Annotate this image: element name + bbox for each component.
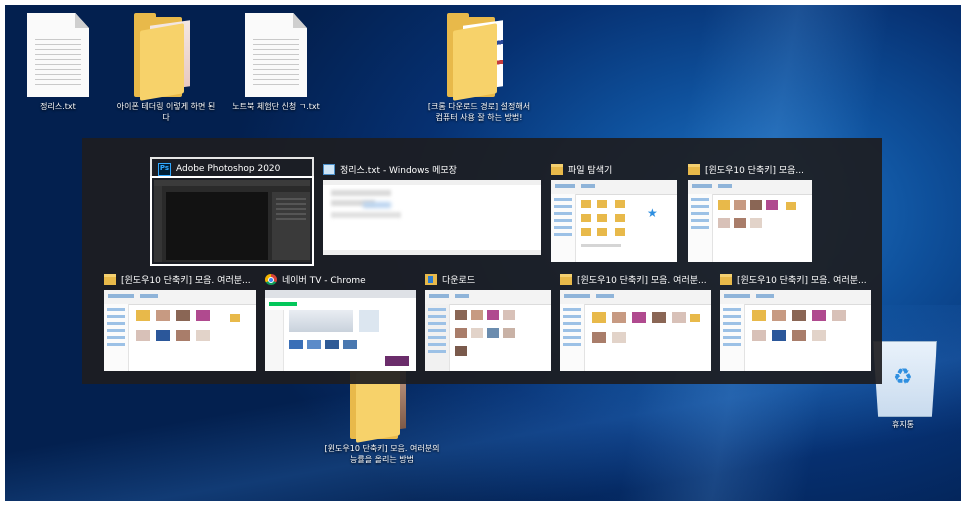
folder-icon	[688, 163, 700, 175]
window-title: [윈도우10 단축키] 모음. 여러분...	[577, 275, 707, 286]
folder-icon	[134, 13, 198, 101]
desktop: 정리스.txt 아이폰 테더링 이렇게 하면 된다 노트북 체험단 신청 ㄱ.t…	[5, 5, 961, 501]
window-thumbnail	[265, 290, 416, 371]
window-thumbnail	[323, 180, 541, 255]
desktop-icon-jeongriseu-txt[interactable]: 정리스.txt	[15, 13, 101, 112]
window-title: [윈도우10 단축키] 모음. 여러분...	[737, 275, 867, 286]
task-switcher-panel: Ps Adobe Photoshop 2020 정리스.txt - Window…	[82, 138, 882, 384]
switcher-window-downloads[interactable]: 다운로드	[425, 270, 551, 372]
text-file-icon	[245, 13, 307, 97]
window-thumbnail	[150, 176, 314, 266]
window-title: [윈도우10 단축키] 모음...	[705, 165, 805, 176]
folder-icon	[447, 13, 511, 101]
window-title: 정리스.txt - Windows 메모장	[340, 165, 457, 176]
desktop-icon-label: [크롬 다운로드 경로] 설정해서 컴퓨터 사용 잘 하는 방법!	[427, 102, 531, 122]
photoshop-icon: Ps	[158, 162, 171, 176]
text-file-icon	[27, 13, 89, 97]
folder-icon	[551, 163, 563, 175]
window-thumbnail	[720, 290, 871, 371]
desktop-icon-notebook-txt[interactable]: 노트북 체험단 신청 ㄱ.txt	[221, 13, 331, 112]
switcher-window-win10-folder-4[interactable]: [윈도우10 단축키] 모음. 여러분...	[720, 270, 871, 372]
window-thumbnail	[104, 290, 256, 371]
window-title: [윈도우10 단축키] 모음. 여러분...	[121, 275, 251, 286]
folder-icon	[560, 273, 572, 285]
desktop-icon-label: 정리스.txt	[40, 102, 76, 111]
chrome-icon	[265, 273, 277, 285]
desktop-icon-label: [윈도우10 단축키] 모음. 여러분의 능률을 올리는 방법	[324, 444, 440, 464]
window-thumbnail	[688, 180, 812, 262]
desktop-icon-iphone-tethering-folder[interactable]: 아이폰 테더링 이렇게 하면 된다	[111, 13, 221, 123]
notepad-icon	[323, 163, 335, 175]
desktop-icon-label: 휴지통	[891, 420, 915, 429]
window-thumbnail	[425, 290, 551, 371]
switcher-window-photoshop[interactable]: Ps Adobe Photoshop 2020	[150, 157, 314, 266]
window-thumbnail: ★	[551, 180, 677, 262]
download-folder-icon	[425, 273, 437, 285]
window-title: 다운로드	[442, 275, 476, 286]
desktop-icon-label: 아이폰 테더링 이렇게 하면 된다	[116, 102, 216, 122]
switcher-window-win10-folder-2[interactable]: [윈도우10 단축키] 모음. 여러분...	[104, 270, 256, 372]
switcher-window-chrome[interactable]: 네이버 TV - Chrome	[265, 270, 416, 372]
switcher-window-win10-folder-1[interactable]: [윈도우10 단축키] 모음...	[688, 160, 812, 262]
window-title: 네이버 TV - Chrome	[282, 275, 366, 286]
desktop-icon-label: 노트북 체험단 신청 ㄱ.txt	[232, 102, 320, 111]
window-thumbnail	[560, 290, 711, 371]
switcher-window-win10-folder-3[interactable]: [윈도우10 단축키] 모음. 여러분...	[560, 270, 711, 372]
window-title: 파일 탐색기	[568, 165, 613, 176]
switcher-window-file-explorer[interactable]: 파일 탐색기 ★	[551, 160, 677, 262]
folder-icon	[720, 273, 732, 285]
window-title: Adobe Photoshop 2020	[176, 164, 281, 174]
switcher-window-notepad[interactable]: 정리스.txt - Windows 메모장	[323, 160, 541, 262]
desktop-icon-chrome-download-folder[interactable]: [크롬 다운로드 경로] 설정해서 컴퓨터 사용 잘 하는 방법!	[417, 13, 541, 123]
folder-icon	[104, 273, 116, 285]
